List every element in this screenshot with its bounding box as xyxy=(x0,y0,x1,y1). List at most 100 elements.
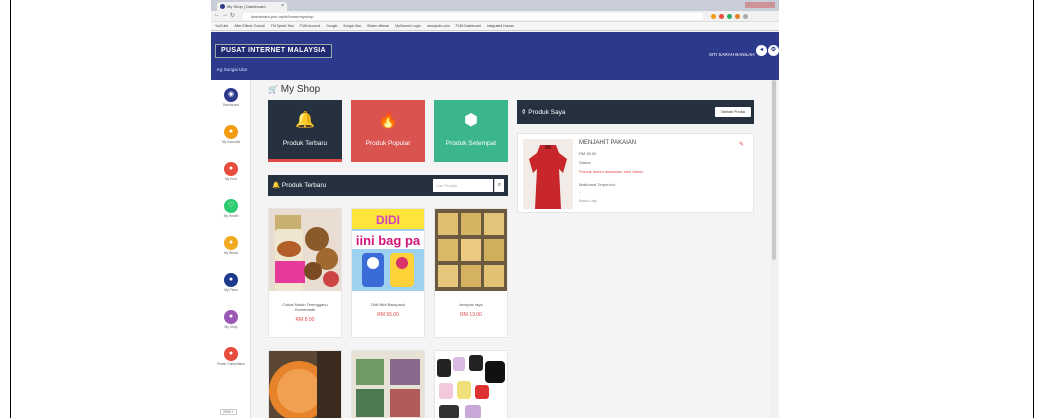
bookmark-item[interactable]: newuiprim.com xyxy=(427,24,450,28)
bar-title: 🔔 Produk Terbaru xyxy=(272,181,326,189)
screenshot-frame: My Shop | Dashboard × ← → ↻ dashboard.pi… xyxy=(10,0,1034,418)
svg-text:iini bag pa: iini bag pa xyxy=(356,233,421,248)
extension-icon[interactable] xyxy=(711,14,716,19)
close-tab-icon[interactable]: × xyxy=(281,2,284,11)
add-product-button[interactable]: Tambah Produk xyxy=(715,107,751,117)
card-label: Produk Terbaru xyxy=(282,140,328,147)
card-produk-setempat[interactable]: ⬢ Produk Setempat xyxy=(434,100,508,162)
window-controls[interactable] xyxy=(745,2,775,8)
search-icon[interactable]: ⌕ xyxy=(494,179,504,192)
scrollbar-thumb[interactable] xyxy=(772,80,776,260)
gear-icon[interactable]: ⚙ xyxy=(768,45,779,56)
bisnis-icon: ● xyxy=(224,236,238,250)
product-card[interactable] xyxy=(351,350,425,418)
extension-icon[interactable] xyxy=(743,14,748,19)
my-product-name: MENJAHIT PAKAIAN xyxy=(579,140,637,146)
product-price: RM 8.00 xyxy=(295,317,315,323)
card-produk-terbaru[interactable]: 🔔 Produk Terbaru xyxy=(268,100,342,162)
sidebar: ◉ Dashboard ● My Komuniti ● My Kool ♡ My Health… xyxy=(211,80,251,418)
card-label: Produk Popular xyxy=(365,140,411,147)
product-image: DIDI iini bag pa xyxy=(352,209,424,291)
product-price: RM 13.00 xyxy=(460,312,482,318)
product-card[interactable] xyxy=(434,350,508,418)
sidebar-item-my-bisnis[interactable]: ● My Bisnis xyxy=(211,236,251,255)
bookmark-item[interactable]: Sistem eBerari xyxy=(367,24,389,28)
sidebar-item-label: Dashboard xyxy=(222,103,240,107)
product-name: Didi Mini Backpack xyxy=(371,302,405,307)
bookmark-item[interactable]: TM Speed Test xyxy=(271,24,294,28)
product-price: RM 55.00 xyxy=(377,312,399,318)
sidebar-item-label: My Kool xyxy=(225,177,237,181)
product-card[interactable]: Coklat Nissin Terengganu Homemade RM 8.0… xyxy=(268,208,342,338)
bookmark-item[interactable]: YouTube xyxy=(215,24,228,28)
read-more-link[interactable]: Baca Lagi xyxy=(579,198,597,203)
cubes-icon: ⬢ xyxy=(464,112,478,129)
my-product-price: RM 35.00 xyxy=(579,151,597,156)
location-label: Kg Sungai Ular xyxy=(217,67,248,72)
url-field[interactable]: dashboard.pim.my/#/home/myshop xyxy=(243,13,703,20)
kool-icon: ● xyxy=(224,162,238,176)
extension-icon[interactable] xyxy=(735,14,740,19)
search-input[interactable]: Cari Produk xyxy=(433,179,493,192)
sidebar-item-my-kool[interactable]: ● My Kool xyxy=(211,162,251,181)
user-name[interactable]: SITI SARAH BANILAH xyxy=(709,52,755,57)
sidebar-item-label: My Health xyxy=(223,214,239,218)
reload-icon[interactable]: ↻ xyxy=(230,12,235,19)
sidebar-item-label: My Place xyxy=(224,288,238,292)
product-card[interactable]: keropok raya RM 13.00 xyxy=(434,208,508,338)
info-label: Maklumat Terperinci: xyxy=(579,182,616,187)
browser-tab[interactable]: My Shop | Dashboard × xyxy=(217,2,287,11)
shop-icon: ● xyxy=(224,310,238,324)
place-icon: ● xyxy=(224,273,238,287)
bookmark-item[interactable]: Integrated Human xyxy=(487,24,514,28)
forward-icon[interactable]: → xyxy=(222,12,228,18)
scrollbar[interactable] xyxy=(771,80,777,418)
bell-icon: 🔔 xyxy=(295,112,315,129)
status-badge: Produk belum diluluskan oleh Admin xyxy=(579,169,644,174)
product-image xyxy=(435,351,507,418)
health-icon: ♡ xyxy=(224,199,238,213)
product-card[interactable]: DIDI iini bag pa Didi Mini Backpack RM 5… xyxy=(351,208,425,338)
bookmark-item[interactable]: Sungai Ular xyxy=(343,24,361,28)
bookmark-item[interactable]: PIJM Account xyxy=(300,24,321,28)
bookmark-item[interactable]: MyGeneric Login xyxy=(395,24,421,28)
extension-icon[interactable] xyxy=(719,14,724,19)
bookmark-item[interactable]: PIJM Dashboard xyxy=(456,24,481,28)
bookmarks-bar: YouTube After Effects Tutorial TM Speed Te… xyxy=(211,22,779,31)
tab-title: My Shop | Dashboard xyxy=(227,4,266,9)
product-name: keropok raya xyxy=(459,302,483,307)
logo[interactable]: PUSAT INTERNET MALAYSIA xyxy=(215,44,332,58)
product-card[interactable] xyxy=(268,350,342,418)
my-product-item[interactable]: MENJAHIT PAKAIAN RM 35.00 Status: Produk… xyxy=(517,133,754,213)
sidebar-item-my-place[interactable]: ● My Place xyxy=(211,273,251,292)
sidebar-item-power-competition[interactable]: ● Power Competition xyxy=(211,347,251,366)
back-arrow-icon[interactable]: ◂ xyxy=(756,45,767,56)
latest-products-bar: 🔔 Produk Terbaru Cari Produk ⌕ xyxy=(268,175,508,196)
edit-pencil-icon[interactable]: ✎ xyxy=(739,141,744,148)
sidebar-item-label: My Komuniti xyxy=(221,140,241,144)
extension-icon[interactable] xyxy=(727,14,732,19)
page-title-text: My Shop xyxy=(280,84,321,95)
zoom-control[interactable]: 2000 + xyxy=(220,409,237,415)
sidebar-item-label: My Bisnis xyxy=(223,251,239,255)
sidebar-item-my-health[interactable]: ♡ My Health xyxy=(211,199,251,218)
favicon-icon xyxy=(220,4,225,9)
bell-icon: 🔔 xyxy=(272,182,281,189)
product-image xyxy=(269,209,341,291)
bar-title-text: Produk Terbaru xyxy=(281,182,327,189)
bookmark-item[interactable]: Google xyxy=(326,24,337,28)
product-image xyxy=(523,139,573,209)
sidebar-item-label: My Shop xyxy=(224,325,238,329)
sidebar-item-dashboard[interactable]: ◉ Dashboard xyxy=(211,88,251,107)
card-produk-popular[interactable]: 🔥 Produk Popular xyxy=(351,100,425,162)
app-header: PUSAT INTERNET MALAYSIA Kg Sungai Ular S… xyxy=(211,32,779,80)
sidebar-item-my-shop[interactable]: ● My Shop xyxy=(211,310,251,329)
back-icon[interactable]: ← xyxy=(214,12,220,18)
product-image xyxy=(435,209,507,291)
status-label: Status: xyxy=(579,160,592,165)
fire-icon: 🔥 xyxy=(378,112,398,129)
bookmark-item[interactable]: After Effects Tutorial xyxy=(234,24,264,28)
sidebar-item-my-komuniti[interactable]: ● My Komuniti xyxy=(211,125,251,144)
cart-icon: 🛒 xyxy=(268,85,278,94)
bar-title-text: Produk Saya xyxy=(528,109,566,116)
